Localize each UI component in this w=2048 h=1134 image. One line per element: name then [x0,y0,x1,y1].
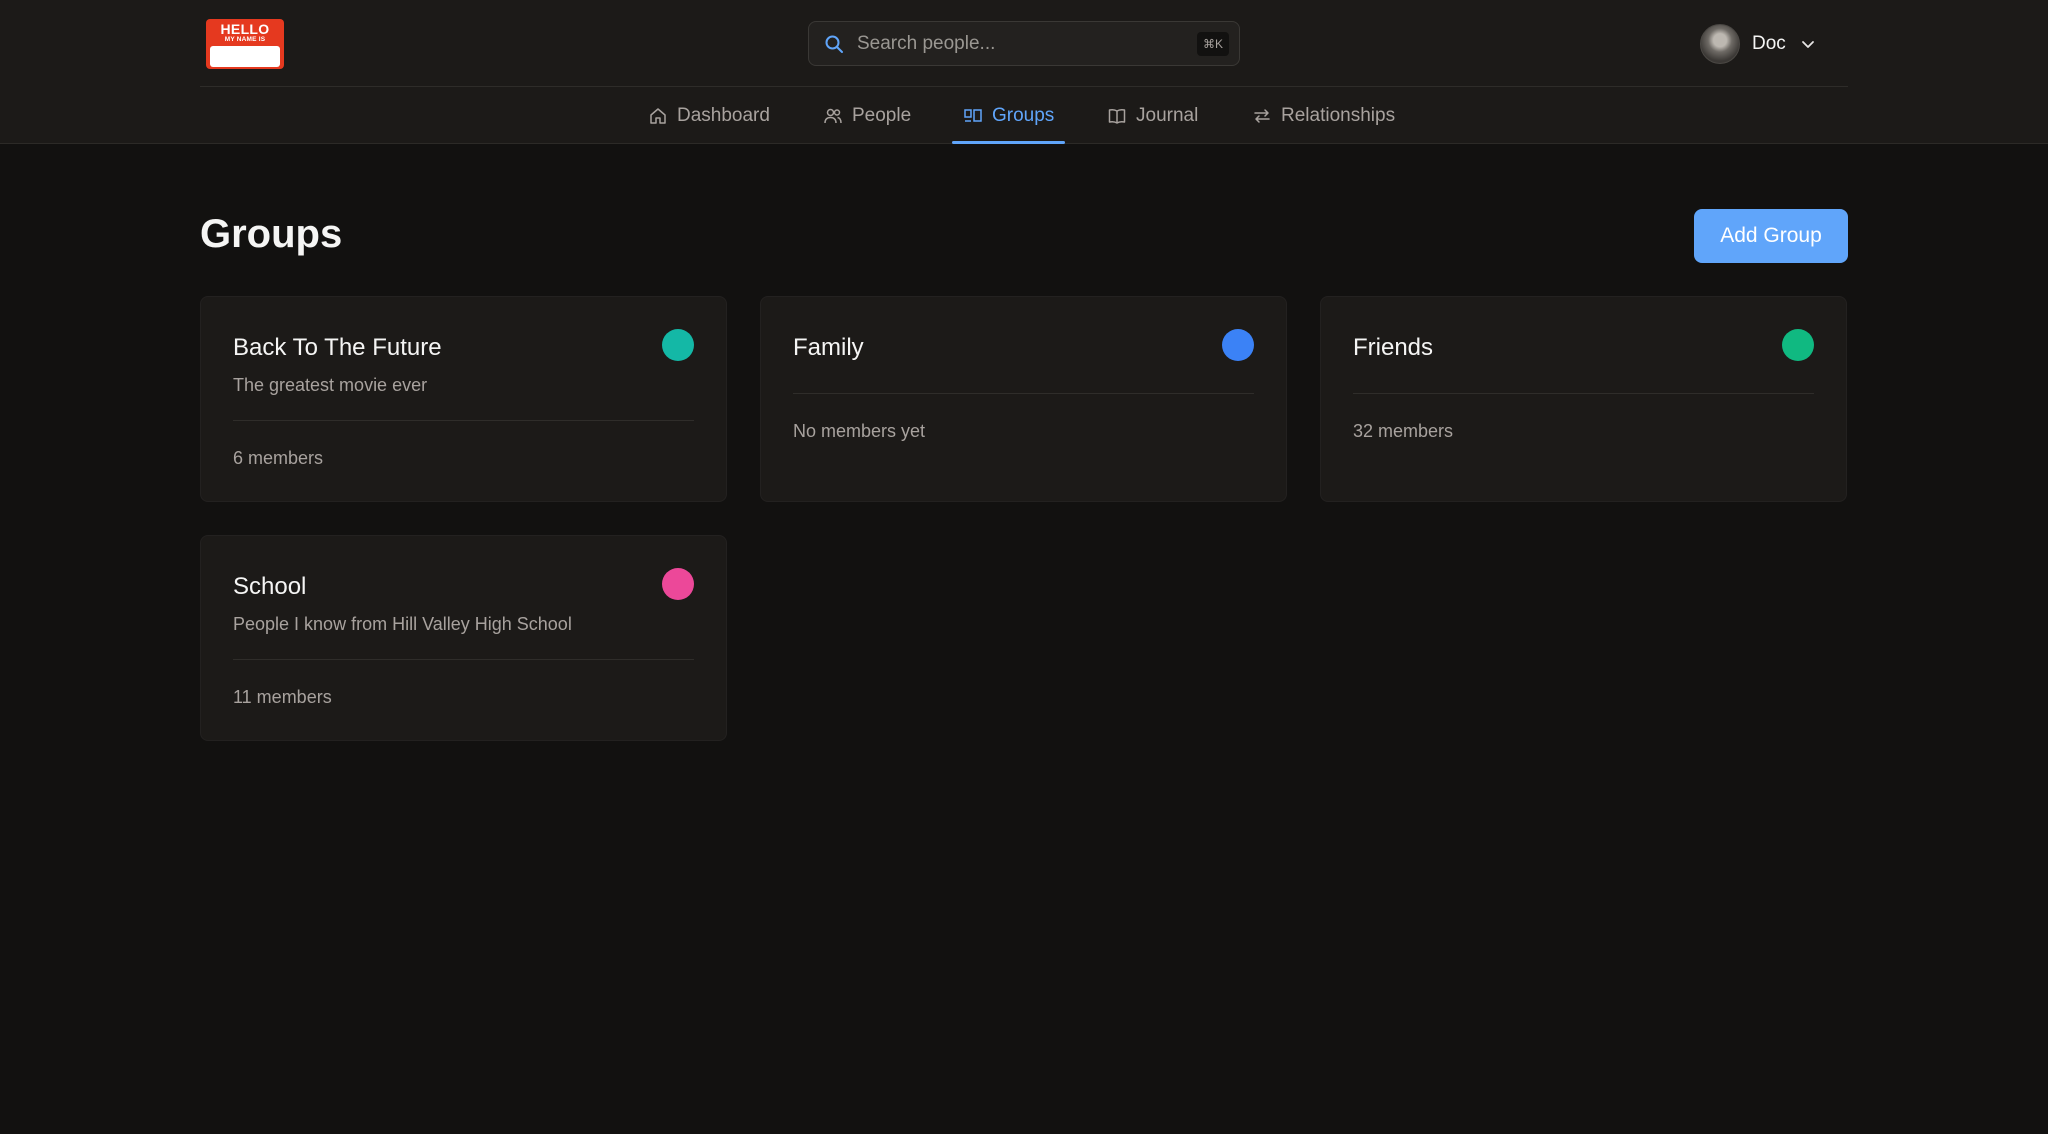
card-divider [1353,393,1814,394]
logo-hello-text: HELLO [220,21,270,37]
group-member-count: 6 members [233,448,324,468]
card-divider [793,393,1254,394]
search-icon [825,35,843,53]
users-icon [824,108,842,124]
add-group-button[interactable]: Add Group [1694,209,1848,263]
main-nav: Dashboard People Groups Journal Relation… [0,88,2048,144]
group-description: The greatest movie ever [233,375,428,395]
group-name: School [233,573,307,600]
search-bar[interactable]: ⌘K [808,21,1240,66]
group-name: Family [793,334,864,361]
group-description: People I know from Hill Valley High Scho… [233,614,572,634]
logo-name-area [210,46,280,67]
page-title: Groups [200,212,343,256]
nav-label-people: People [852,105,912,126]
nav-label-groups: Groups [992,105,1055,126]
group-card-friends[interactable]: Friends 32 members [1320,296,1847,502]
nav-label-relationships: Relationships [1281,105,1396,126]
nav-item-journal[interactable]: Journal [1107,88,1198,144]
group-card-back-to-the-future[interactable]: Back To The Future The greatest movie ev… [200,296,727,502]
group-member-count: No members yet [793,421,926,441]
group-color-dot [1782,329,1814,361]
book-icon [1108,109,1126,124]
group-card-family[interactable]: Family No members yet [760,296,1287,502]
nav-item-relationships[interactable]: Relationships [1252,88,1395,144]
avatar[interactable] [1700,24,1740,64]
nav-label-journal: Journal [1136,105,1199,126]
search-shortcut-badge: ⌘K [1196,32,1229,56]
home-icon [650,108,666,124]
chevron-down-icon[interactable] [1800,36,1816,52]
top-bar: HELLO MY NAME IS ⌘K Doc [200,0,1848,87]
user-menu[interactable]: Doc [1700,22,1816,66]
group-name: Back To The Future [233,334,442,361]
logo-my-name-text: MY NAME IS [224,36,266,43]
nav-label-dashboard: Dashboard [677,105,770,126]
arrows-icon [1254,109,1270,123]
nav-item-groups[interactable]: Groups [951,88,1066,144]
app-logo[interactable]: HELLO MY NAME IS [206,19,284,69]
card-divider [233,420,694,421]
group-color-dot [662,568,694,600]
card-divider [233,659,694,660]
group-color-dot [662,329,694,361]
group-member-count: 11 members [233,687,332,707]
group-name: Friends [1353,334,1434,361]
search-input[interactable] [857,30,1177,58]
group-card-school[interactable]: School People I know from Hill Valley Hi… [200,535,727,741]
group-member-count: 32 members [1353,421,1454,441]
nav-item-people[interactable]: People [823,88,911,144]
groups-icon [964,109,982,122]
user-name: Doc [1752,33,1786,54]
group-color-dot [1222,329,1254,361]
app-header: HELLO MY NAME IS ⌘K Doc Dashboard [0,0,2048,144]
nav-item-dashboard[interactable]: Dashboard [648,88,770,144]
